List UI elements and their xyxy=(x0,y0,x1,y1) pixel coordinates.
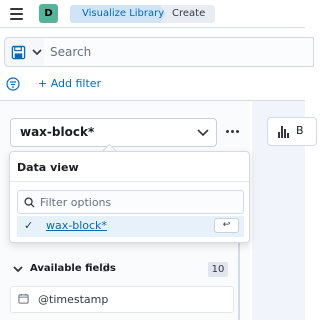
filter-options-input[interactable] xyxy=(40,193,240,211)
space-avatar[interactable]: D xyxy=(39,4,58,23)
popover-divider xyxy=(10,181,249,182)
save-icon xyxy=(11,45,26,60)
filter-options-field xyxy=(17,190,244,214)
chart-type-label: B xyxy=(296,124,304,137)
breadcrumb-create: Create xyxy=(160,5,216,23)
data-view-option[interactable]: ✓ wax-block* ↩ xyxy=(17,216,244,237)
saved-query-menu-button[interactable] xyxy=(4,37,44,67)
chevron-down-icon xyxy=(32,49,42,56)
data-view-option-label: wax-block* xyxy=(46,219,107,232)
info-icon[interactable]: ⓘ xyxy=(101,261,110,274)
popover-title: Data view xyxy=(17,161,79,174)
add-filter-button[interactable]: + Add filter xyxy=(38,77,101,90)
available-fields-count: 10 xyxy=(208,262,228,277)
field-name: @timestamp xyxy=(38,293,109,306)
filter-menu-icon[interactable] xyxy=(6,77,20,91)
chart-type-switcher[interactable]: B xyxy=(267,117,317,146)
data-view-picker[interactable]: wax-block* xyxy=(10,118,217,147)
hamburger-menu-icon[interactable] xyxy=(8,6,26,22)
panel-resize-handle[interactable] xyxy=(238,238,240,320)
search-input[interactable] xyxy=(44,37,314,67)
app-header: D Visualize Library Create xyxy=(0,0,305,28)
data-view-popover: Data view ✓ wax-block* ↩ xyxy=(9,151,250,243)
filter-bar: + Add filter xyxy=(0,71,305,97)
chevron-down-icon xyxy=(197,129,209,137)
available-fields-toggle[interactable]: Available fields ⓘ xyxy=(10,261,230,279)
field-list-item[interactable]: @timestamp xyxy=(10,286,234,313)
check-icon: ✓ xyxy=(24,219,34,232)
bar-chart-icon xyxy=(278,126,290,138)
chevron-down-icon xyxy=(13,266,23,273)
more-options-icon[interactable] xyxy=(225,124,241,138)
calendar-icon xyxy=(18,293,29,304)
data-view-picker-label: wax-block* xyxy=(20,125,95,139)
search-icon xyxy=(24,197,35,208)
enter-key-icon: ↩ xyxy=(214,218,239,233)
query-bar xyxy=(0,35,314,69)
